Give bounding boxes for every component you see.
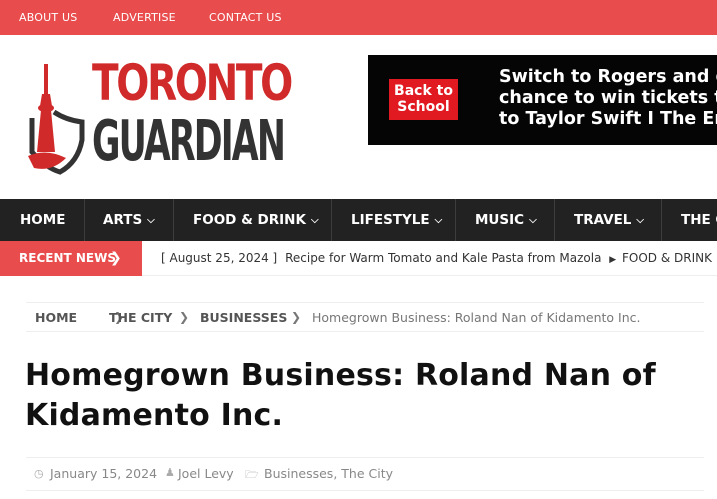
ad-badge: Back to School: [389, 79, 458, 120]
article-categories[interactable]: Businesses, The City: [264, 466, 393, 481]
ad-text-line3: to Taylor Swift I The Er: [499, 109, 717, 129]
nav-item-label: TRAVEL: [574, 212, 632, 228]
breadcrumb-home[interactable]: HOME: [35, 310, 77, 325]
ad-text-line1: Switch to Rogers and g: [499, 67, 717, 87]
ad-banner[interactable]: Back to School Switch to Rogers and g ch…: [368, 55, 717, 145]
article-title-line2: Kidamento Inc.: [25, 398, 284, 433]
recent-news-category[interactable]: FOOD & DRINK: [622, 251, 712, 265]
nav-item-food-drink[interactable]: FOOD & DRINK ⌵: [193, 199, 319, 241]
nav-item-label: FOOD & DRINK: [193, 212, 306, 228]
nav-divider: [554, 199, 555, 241]
breadcrumb-the-city[interactable]: THE CITY: [109, 310, 172, 325]
nav-item-label: LIFESTYLE: [351, 212, 430, 228]
chevron-down-icon: ⌵: [434, 215, 443, 226]
logo-word-toronto: TORONTO: [92, 54, 293, 112]
article-title: Homegrown Business: Roland Nan of Kidame…: [25, 356, 675, 436]
nav-item-label: MUSIC: [475, 212, 525, 228]
main-nav: HOME ARTS ⌵ FOOD & DRINK ⌵ LIFESTYLE ⌵ MUSI…: [0, 199, 717, 241]
nav-item-arts[interactable]: ARTS ⌵: [103, 199, 155, 241]
chevron-down-icon: ⌵: [147, 215, 155, 226]
article-date: January 15, 2024: [50, 466, 158, 481]
contact-us-link[interactable]: CONTACT US: [209, 11, 282, 24]
chevron-down-icon: ⌵: [636, 215, 645, 226]
recent-news-label-text: RECENT NEWS: [19, 251, 116, 265]
nav-item-music[interactable]: MUSIC ⌵: [475, 199, 537, 241]
about-us-link[interactable]: ABOUT US: [19, 11, 77, 24]
ad-badge-line1: Back to: [394, 83, 453, 99]
nav-item-home[interactable]: HOME: [20, 199, 65, 241]
breadcrumb-businesses[interactable]: BUSINESSES: [200, 310, 287, 325]
chevron-right-icon: ❯: [179, 310, 190, 324]
clock-icon: ◷: [34, 467, 44, 480]
article-title-line1: Homegrown Business: Roland Nan of: [25, 358, 656, 393]
recent-news-label: RECENT NEWS ❯: [0, 241, 142, 276]
ad-badge-line2: School: [397, 99, 450, 115]
chevron-right-icon: ❯: [110, 250, 122, 266]
recent-news-ticker[interactable]: [ August 25, 2024 ] Recipe for Warm Toma…: [161, 251, 712, 265]
nav-item-label: ARTS: [103, 212, 143, 228]
nav-item-lifestyle[interactable]: LIFESTYLE ⌵: [351, 199, 442, 241]
breadcrumb-current: Homegrown Business: Roland Nan of Kidame…: [312, 310, 641, 325]
nav-divider: [173, 199, 174, 241]
caret-right-icon: ▶: [609, 255, 617, 265]
article-author[interactable]: Joel Levy: [178, 466, 234, 481]
nav-divider: [455, 199, 456, 241]
recent-news-bar: RECENT NEWS ❯ [ August 25, 2024 ] Recipe…: [0, 241, 717, 276]
article-meta: ◷ January 15, 2024 ♟ Joel Levy 🗁 Busines…: [26, 457, 704, 491]
chevron-down-icon: ⌵: [529, 215, 537, 226]
logo-word-guardian: GUARDIAN: [92, 109, 286, 174]
folder-icon: 🗁: [245, 468, 259, 481]
chevron-down-icon: ⌵: [310, 215, 319, 226]
breadcrumb: HOME ❯ THE CITY ❯ BUSINESSES ❯ Homegrown…: [26, 302, 704, 332]
nav-item-label: THE C: [681, 212, 717, 228]
site-logo[interactable]: TORONTO GUARDIAN: [26, 58, 296, 178]
advertise-link[interactable]: ADVERTISE: [113, 11, 176, 24]
nav-item-label: HOME: [20, 212, 66, 228]
ad-text: Switch to Rogers and g chance to win tic…: [499, 67, 717, 130]
user-icon: ♟: [165, 466, 175, 479]
cn-tower-icon: [28, 64, 85, 175]
recent-news-headline[interactable]: Recipe for Warm Tomato and Kale Pasta fr…: [285, 251, 601, 265]
top-bar: ABOUT US ADVERTISE CONTACT US: [0, 0, 717, 35]
nav-divider: [661, 199, 662, 241]
nav-item-travel[interactable]: TRAVEL ⌵: [574, 199, 644, 241]
recent-news-date: [ August 25, 2024 ]: [161, 251, 278, 265]
nav-divider: [84, 199, 85, 241]
ad-text-line2: chance to win tickets t: [499, 88, 717, 108]
chevron-right-icon: ❯: [291, 310, 302, 324]
nav-divider: [331, 199, 332, 241]
nav-item-the-city[interactable]: THE C: [681, 199, 717, 241]
